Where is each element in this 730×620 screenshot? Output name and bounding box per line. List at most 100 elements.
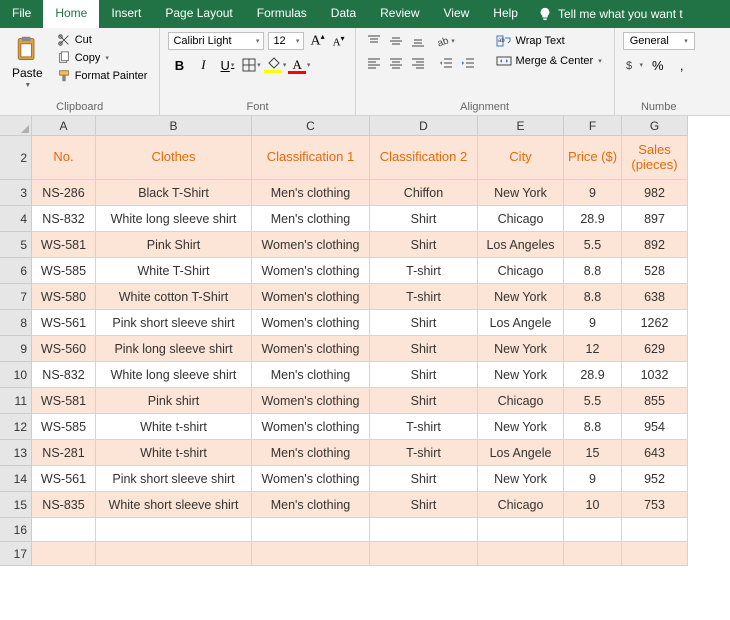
align-center-button[interactable] [386,54,406,72]
cell[interactable]: Shirt [370,388,478,414]
cell[interactable]: White short sleeve shirt [96,492,252,518]
cell[interactable]: Women's clothing [252,232,370,258]
column-header-B[interactable]: B [96,116,252,136]
cell[interactable]: Shirt [370,466,478,492]
font-size-select[interactable]: 12▾ [268,32,304,50]
cell[interactable]: Shirt [370,232,478,258]
cell[interactable]: WS-585 [32,414,96,440]
select-all-button[interactable] [0,116,32,136]
cell[interactable]: New York [478,284,564,310]
cell[interactable]: New York [478,336,564,362]
cell[interactable] [96,542,252,566]
cell[interactable]: Men's clothing [252,180,370,206]
cell[interactable]: Pink Shirt [96,232,252,258]
row-header[interactable]: 4 [0,206,32,232]
column-header-E[interactable]: E [478,116,564,136]
cell[interactable]: No. [32,136,96,180]
tell-me-search[interactable]: Tell me what you want t [538,0,683,28]
cell[interactable]: 855 [622,388,688,414]
tab-formulas[interactable]: Formulas [245,0,319,28]
cell[interactable]: Pink shirt [96,388,252,414]
row-header[interactable]: 9 [0,336,32,362]
cell[interactable]: 12 [564,336,622,362]
cell[interactable]: Pink long sleeve shirt [96,336,252,362]
cell[interactable]: 1262 [622,310,688,336]
cell[interactable]: WS-580 [32,284,96,310]
cell[interactable]: Price ($) [564,136,622,180]
cell[interactable]: Shirt [370,206,478,232]
cell[interactable]: Women's clothing [252,284,370,310]
cell[interactable]: T-shirt [370,414,478,440]
tab-data[interactable]: Data [319,0,368,28]
cell[interactable]: NS-832 [32,206,96,232]
wrap-text-button[interactable]: ab Wrap Text [492,32,606,50]
font-name-select[interactable]: Calibri Light▾ [168,32,264,50]
cell[interactable]: 643 [622,440,688,466]
cell[interactable]: Classification 1 [252,136,370,180]
orientation-button[interactable]: ab▾ [436,32,456,50]
accounting-format-button[interactable]: $▾ [623,54,645,76]
cell[interactable]: 528 [622,258,688,284]
paste-button[interactable]: Paste ▼ [8,32,47,99]
cell[interactable]: Women's clothing [252,414,370,440]
cell[interactable]: T-shirt [370,440,478,466]
row-header[interactable]: 17 [0,542,32,566]
cell[interactable] [622,518,688,542]
align-bottom-button[interactable] [408,32,428,50]
font-color-button[interactable]: A▾ [288,54,310,76]
cell[interactable]: New York [478,362,564,388]
cell[interactable]: Shirt [370,310,478,336]
cell[interactable]: 982 [622,180,688,206]
cell[interactable]: 753 [622,492,688,518]
cell[interactable]: Chicago [478,258,564,284]
tab-insert[interactable]: Insert [99,0,153,28]
cell[interactable] [32,542,96,566]
cell[interactable]: 892 [622,232,688,258]
cell[interactable] [96,518,252,542]
cell[interactable]: Los Angele [478,310,564,336]
row-header[interactable]: 2 [0,136,32,180]
cell[interactable]: New York [478,466,564,492]
cell[interactable]: Pink short sleeve shirt [96,466,252,492]
row-header[interactable]: 11 [0,388,32,414]
cell[interactable]: NS-832 [32,362,96,388]
tab-help[interactable]: Help [481,0,530,28]
cell[interactable]: Chicago [478,206,564,232]
cell[interactable]: WS-561 [32,310,96,336]
align-left-button[interactable] [364,54,384,72]
column-header-D[interactable]: D [370,116,478,136]
cell[interactable]: 8.8 [564,284,622,310]
column-header-A[interactable]: A [32,116,96,136]
cell[interactable]: 638 [622,284,688,310]
tab-page-layout[interactable]: Page Layout [153,0,244,28]
cell[interactable]: 954 [622,414,688,440]
cell[interactable] [32,518,96,542]
cell[interactable]: Men's clothing [252,440,370,466]
row-header[interactable]: 13 [0,440,32,466]
cell[interactable]: 5.5 [564,388,622,414]
cell[interactable]: White long sleeve shirt [96,362,252,388]
fill-color-button[interactable]: ▾ [264,54,286,76]
cell[interactable]: T-shirt [370,284,478,310]
cell[interactable]: WS-560 [32,336,96,362]
cell[interactable]: Men's clothing [252,362,370,388]
cell[interactable]: 15 [564,440,622,466]
cell[interactable] [564,542,622,566]
cell[interactable]: Shirt [370,492,478,518]
format-painter-button[interactable]: Format Painter [53,68,152,84]
cell[interactable]: 28.9 [564,362,622,388]
cell[interactable]: 9 [564,180,622,206]
cell[interactable] [252,542,370,566]
cell[interactable] [478,542,564,566]
row-header[interactable]: 14 [0,466,32,492]
percent-format-button[interactable]: % [647,54,669,76]
cell[interactable]: City [478,136,564,180]
cell[interactable] [478,518,564,542]
cell[interactable]: Shirt [370,336,478,362]
bold-button[interactable]: B [168,54,190,76]
merge-center-button[interactable]: Merge & Center▾ [492,52,606,70]
cell[interactable]: 5.5 [564,232,622,258]
borders-button[interactable]: ▾ [240,54,262,76]
cell[interactable]: Clothes [96,136,252,180]
tab-file[interactable]: File [0,0,43,28]
